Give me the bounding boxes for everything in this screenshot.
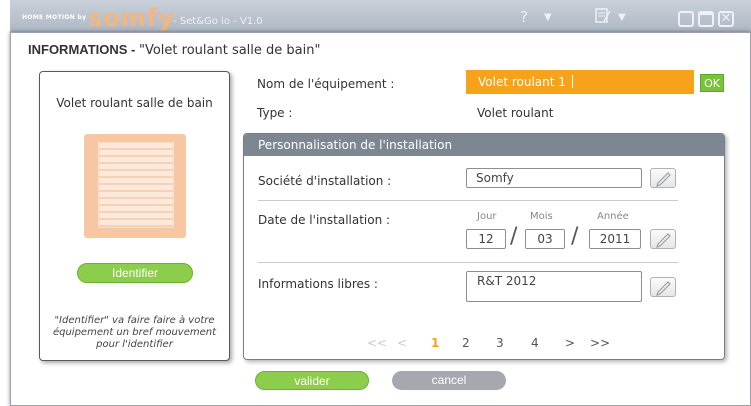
help-dropdown-icon[interactable]: ▼ [544, 12, 552, 23]
company-field[interactable]: Somfy [466, 168, 642, 188]
date-separator: / [510, 224, 518, 249]
month-field[interactable]: 03 [525, 229, 565, 249]
edit-company-icon[interactable] [650, 168, 676, 188]
equipment-name-input[interactable]: Volet roulant 1 [466, 70, 694, 94]
identify-hint: "Identifier" va faire faire à votre équi… [52, 315, 217, 350]
cancel-button[interactable]: cancel [392, 371, 506, 390]
divider [258, 262, 678, 263]
day-field[interactable]: 12 [466, 229, 506, 249]
type-label: Type : [257, 106, 293, 120]
text-cursor [571, 75, 573, 88]
page-2-button[interactable]: 2 [462, 336, 470, 350]
device-panel: Volet roulant salle de bain Identifier "… [39, 71, 230, 361]
installation-date-label: Date de l'installation : [258, 213, 391, 227]
notepad-dropdown-icon[interactable]: ▼ [618, 12, 626, 23]
installation-section: Personnalisation de l'installation Socié… [243, 133, 725, 360]
installation-section-header: Personnalisation de l'installation [244, 134, 724, 156]
title-bar: HOME MOTION by somfy - Set&Go io - V1.0 … [10, 0, 751, 32]
month-label: Mois [530, 211, 553, 222]
minimize-icon[interactable] [678, 11, 694, 27]
last-page-button[interactable]: >> [590, 336, 610, 350]
notepad-icon[interactable] [595, 8, 611, 27]
type-value: Volet roulant [477, 106, 554, 120]
roller-shutter-icon [84, 134, 186, 238]
first-page-button[interactable]: << [367, 336, 387, 350]
close-icon[interactable]: ✕ [718, 11, 734, 27]
edit-free-info-icon[interactable] [650, 277, 676, 297]
somfy-logo: somfy [88, 4, 175, 32]
dialog-title-device: "Volet roulant salle de bain" [138, 43, 321, 58]
identify-button[interactable]: Identifier [77, 263, 193, 283]
page-4-button[interactable]: 4 [531, 336, 539, 350]
maximize-icon[interactable] [698, 11, 714, 27]
year-field[interactable]: 2011 [589, 229, 641, 249]
validate-button[interactable]: valider [255, 371, 369, 390]
company-label: Société d'installation : [258, 174, 392, 188]
dialog-title-prefix: INFORMATIONS - [28, 42, 139, 57]
device-name: Volet roulant salle de bain [56, 96, 213, 110]
dialog-title: INFORMATIONS - "Volet roulant salle de b… [28, 42, 320, 58]
prev-page-button[interactable]: < [397, 336, 407, 350]
next-page-button[interactable]: > [565, 336, 575, 350]
ok-button[interactable]: OK [700, 74, 724, 92]
brand-tagline: HOME MOTION by [22, 14, 87, 21]
page-1-button[interactable]: 1 [431, 336, 439, 350]
shutter-slats [98, 142, 174, 228]
equipment-name-label: Nom de l'équipement : [257, 77, 395, 91]
edit-date-icon[interactable] [650, 229, 676, 249]
year-label: Année [597, 211, 629, 222]
day-label: Jour [477, 211, 497, 222]
divider [258, 200, 678, 201]
date-separator: / [571, 224, 579, 249]
help-icon[interactable]: ? [520, 8, 528, 26]
app-name: - Set&Go io - V1.0 [173, 16, 263, 27]
free-info-field[interactable]: R&T 2012 [466, 271, 642, 302]
free-info-label: Informations libres : [258, 277, 378, 291]
equipment-name-value: Volet roulant 1 [478, 75, 566, 89]
page-3-button[interactable]: 3 [496, 336, 504, 350]
